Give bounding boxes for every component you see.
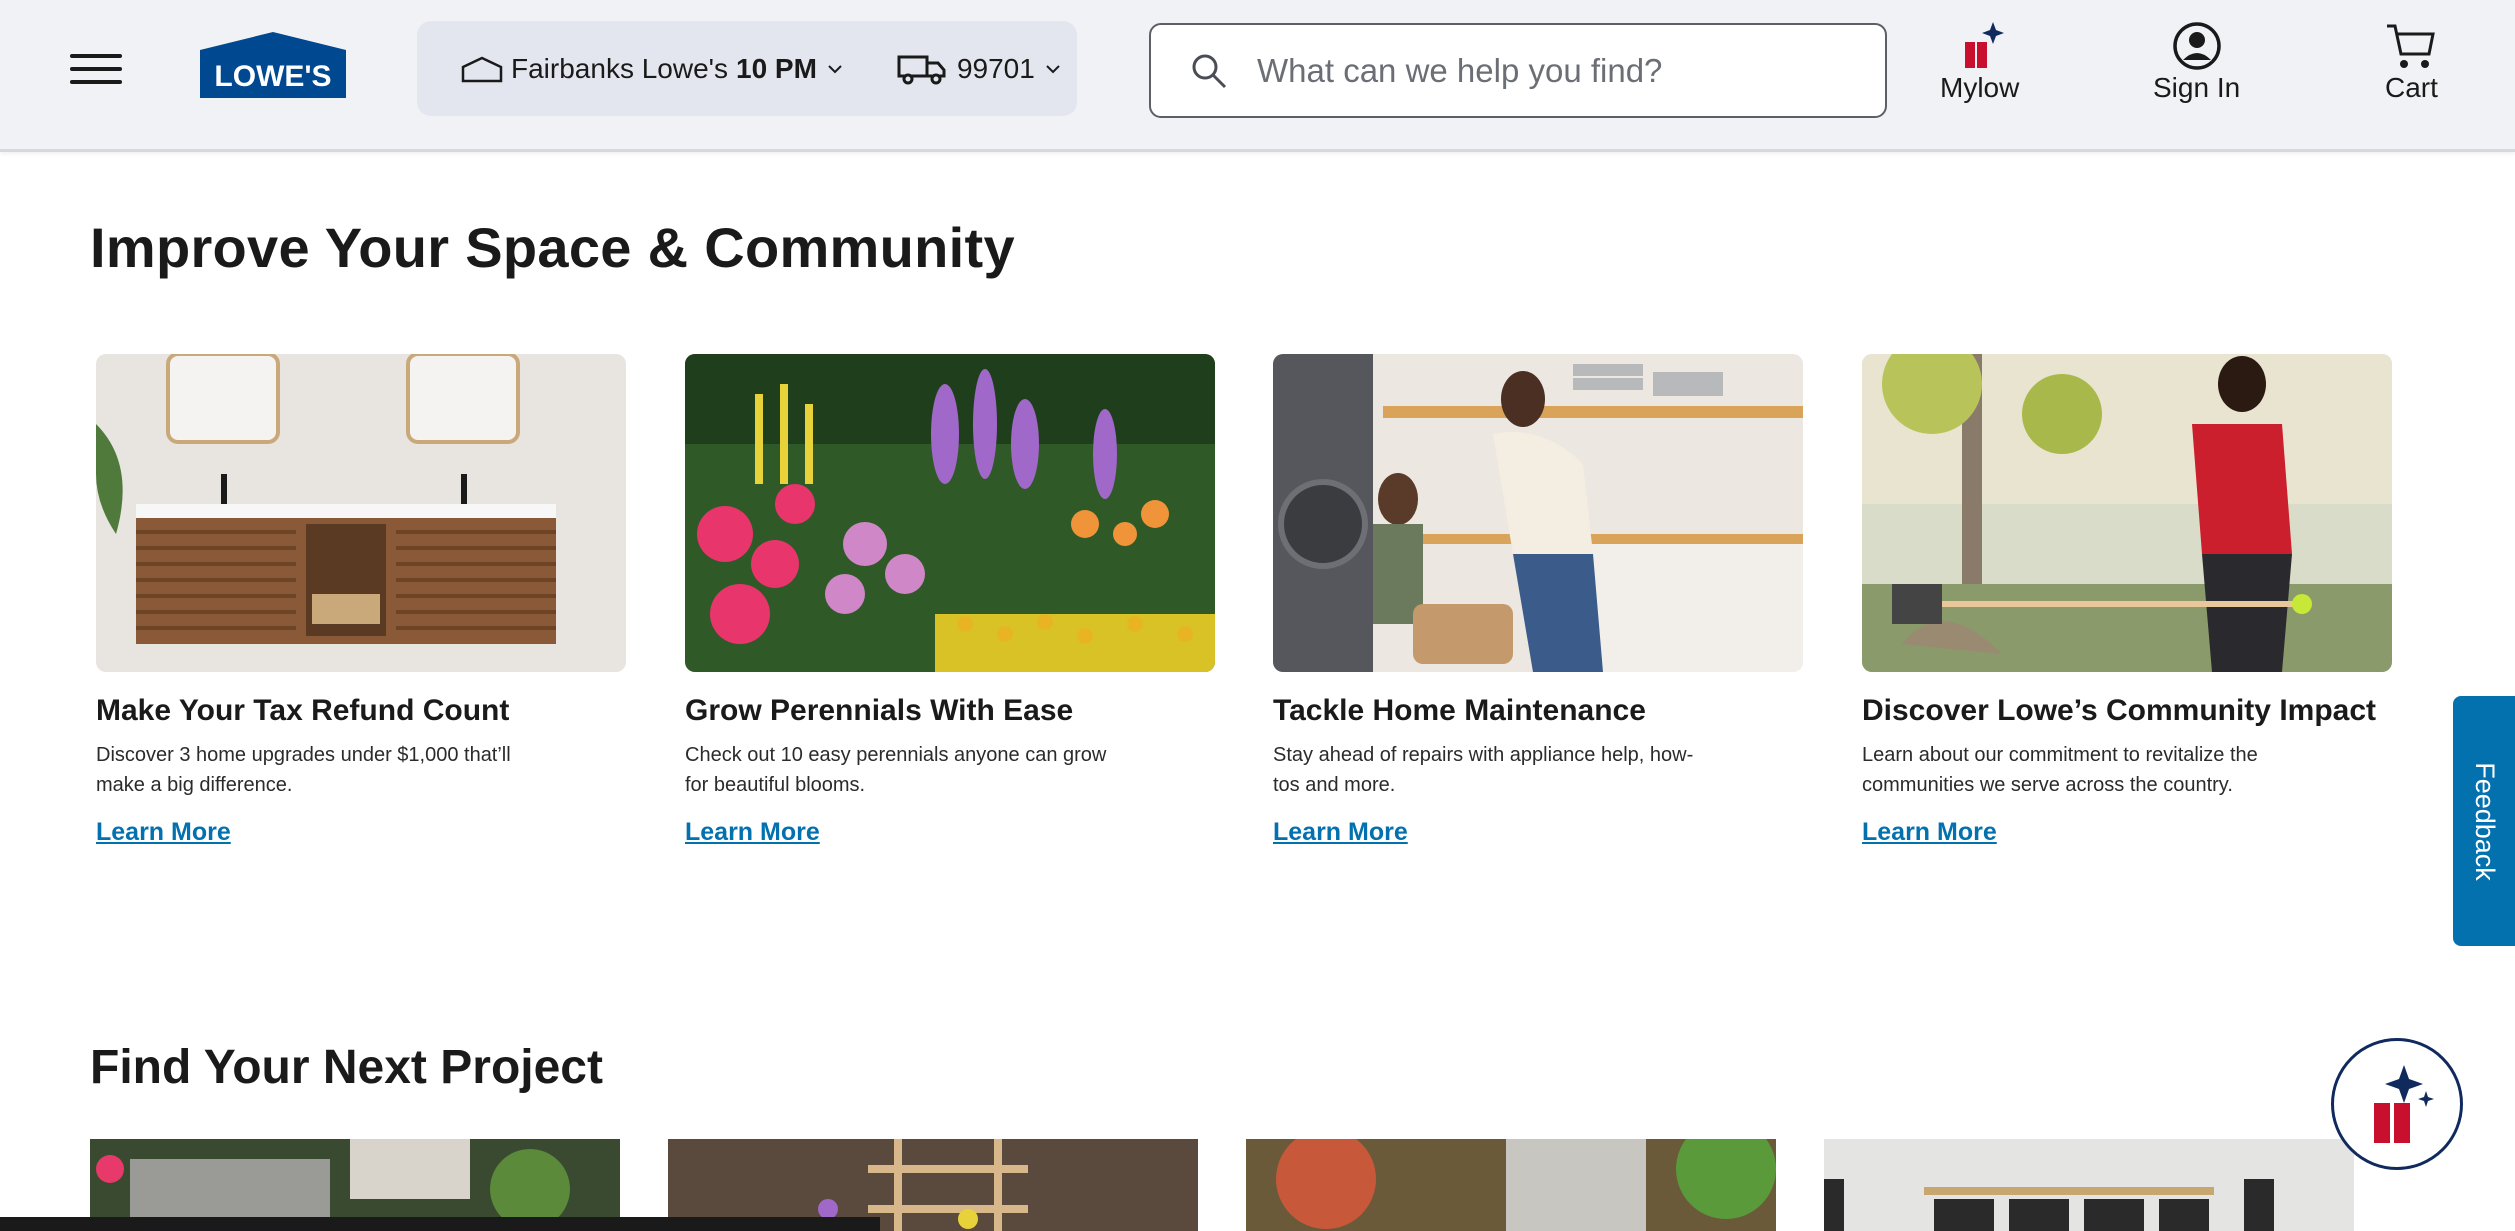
store-hours: 10 PM [736,52,817,84]
store-icon [461,56,503,82]
chevron-down-icon [828,64,842,73]
menu-icon[interactable] [70,54,122,84]
learn-more-link[interactable]: Learn More [1862,818,1997,847]
store-zip-selector: Fairbanks Lowe's 10 PM 99701 [417,21,1077,116]
card-title: Discover Lowe’s Community Impact [1862,694,2377,727]
card-description: Learn about our commitment to revitalize… [1862,744,2258,796]
card-title: Make Your Tax Refund Count [96,694,510,727]
project-image-landscape[interactable] [1246,1139,1776,1231]
cart-button[interactable]: Cart [2385,20,2438,104]
account-icon [2172,22,2221,70]
sign-in-label: Sign In [2153,72,2241,103]
section-title: Improve Your Space & Community [90,216,1015,279]
feedback-tab[interactable]: Feedback [2453,696,2515,946]
search-input[interactable] [1257,51,1817,90]
mylow-label: Mylow [1940,72,2020,103]
zip-code: 99701 [956,52,1035,84]
card-home-maintenance: Tackle Home Maintenance Stay ahead of re… [1273,354,1803,847]
card-image-laundry[interactable] [1273,354,1803,672]
chevron-down-icon [1046,64,1060,73]
search-icon[interactable] [1189,51,1229,91]
card-title: Tackle Home Maintenance [1273,694,1646,727]
mylow-icon [2374,1065,2434,1143]
bottom-overlay-bar [0,1217,880,1231]
feedback-label: Feedback [2469,761,2500,881]
card-tax-refund: Make Your Tax Refund Count Discover 3 ho… [96,354,626,847]
section-title: Find Your Next Project [90,1041,603,1094]
zip-selector[interactable]: 99701 [897,53,1061,85]
card-description: Stay ahead of repairs with appliance hel… [1273,744,1694,796]
mylow-chat-button[interactable] [2331,1038,2463,1170]
project-image-storage[interactable] [1824,1139,2354,1231]
cart-label: Cart [2385,72,2438,103]
mylow-icon [1964,22,2004,68]
store-name: Fairbanks Lowe's [511,52,728,84]
card-image-bathroom[interactable] [96,354,626,672]
learn-more-link[interactable]: Learn More [1273,818,1408,847]
learn-more-link[interactable]: Learn More [685,818,820,847]
card-title: Grow Perennials With Ease [685,694,1074,727]
sign-in-button[interactable]: Sign In [2153,20,2240,104]
card-description: Check out 10 easy perennials anyone can … [685,744,1107,796]
search-bar [1149,23,1887,118]
lowes-logo[interactable]: LOWE'S [200,30,346,98]
truck-icon [897,55,946,84]
card-description: Discover 3 home upgrades under $1,000 th… [96,744,511,796]
card-community-impact: Discover Lowe’s Community Impact Learn a… [1862,354,2392,847]
cart-icon [2387,24,2436,68]
card-perennials: Grow Perennials With Ease Check out 10 e… [685,354,1215,847]
card-image-garden[interactable] [685,354,1215,672]
card-image-volunteer[interactable] [1862,354,2392,672]
mylow-button[interactable]: Mylow [1940,20,2019,104]
learn-more-link[interactable]: Learn More [96,818,231,847]
site-header: LOWE'S Fairbanks Lowe's 10 PM 99701 Mylo… [0,0,2515,152]
store-selector[interactable]: Fairbanks Lowe's 10 PM [461,53,843,85]
logo-text: LOWE'S [214,60,331,93]
